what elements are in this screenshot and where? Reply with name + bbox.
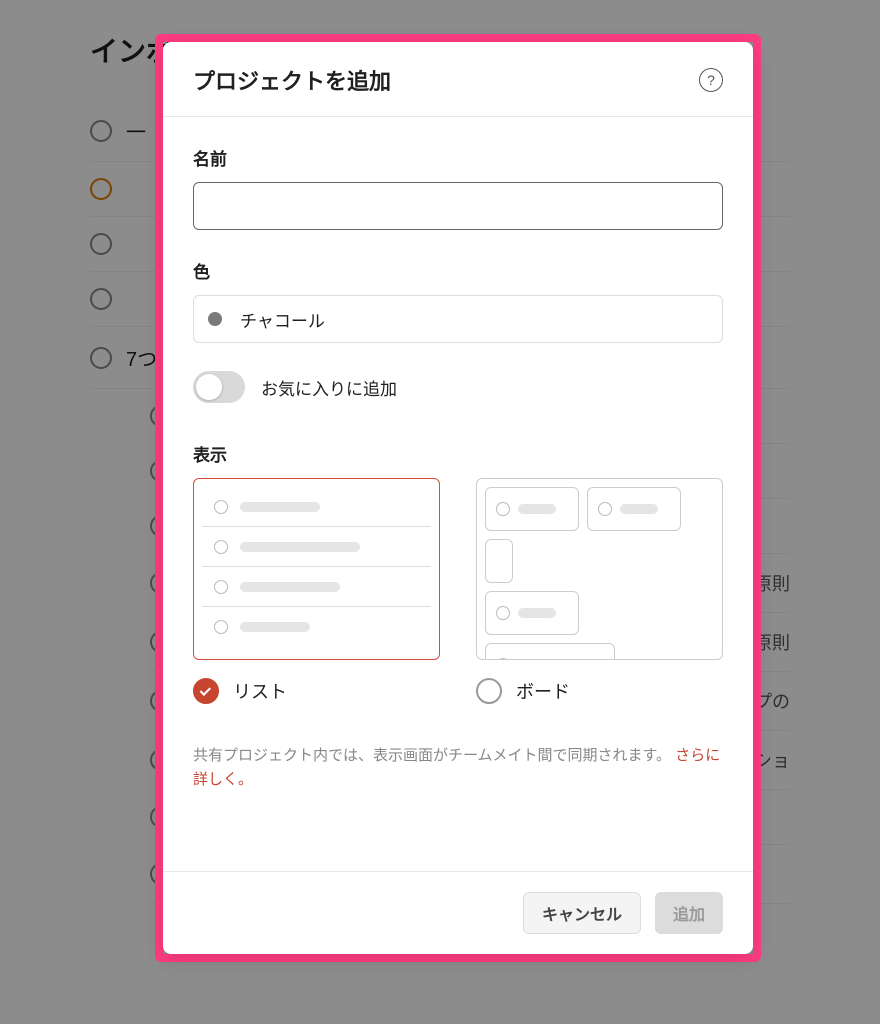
modal-footer: キャンセル 追加 <box>163 871 753 954</box>
project-name-input[interactable] <box>193 182 723 230</box>
list-preview <box>193 478 440 660</box>
color-label: 色 <box>193 258 723 283</box>
name-label: 名前 <box>193 145 723 170</box>
view-label: 表示 <box>193 441 723 466</box>
view-board-label: ボード <box>516 678 570 704</box>
favorite-label: お気に入りに追加 <box>261 375 397 400</box>
color-value: チャコール <box>240 307 325 332</box>
view-list-label: リスト <box>233 678 287 704</box>
modal-header: プロジェクトを追加 ? <box>163 42 753 117</box>
favorite-toggle[interactable] <box>193 371 245 403</box>
submit-button[interactable]: 追加 <box>655 892 723 934</box>
view-option-board[interactable]: ボード <box>476 478 723 704</box>
add-project-modal: プロジェクトを追加 ? 名前 色 チャコール お気に入りに追加 表示 <box>163 42 753 954</box>
color-dot-icon <box>208 312 222 326</box>
modal-body: 名前 色 チャコール お気に入りに追加 表示 <box>163 117 753 871</box>
modal-title: プロジェクトを追加 <box>193 64 391 96</box>
color-select[interactable]: チャコール <box>193 295 723 343</box>
toggle-knob <box>196 374 222 400</box>
radio-list-icon <box>193 678 219 704</box>
view-option-list[interactable]: リスト <box>193 478 440 704</box>
board-preview <box>476 478 723 660</box>
sync-hint: 共有プロジェクト内では、表示画面がチームメイト間で同期されます。 さらに詳しく。 <box>193 744 723 792</box>
radio-board-icon <box>476 678 502 704</box>
cancel-button[interactable]: キャンセル <box>523 892 641 934</box>
help-icon[interactable]: ? <box>699 68 723 92</box>
